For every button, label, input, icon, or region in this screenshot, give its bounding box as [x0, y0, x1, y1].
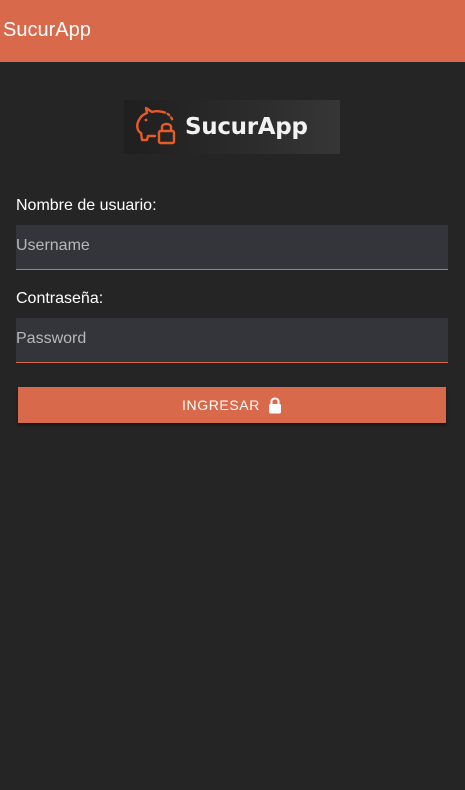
username-input[interactable]: [16, 225, 448, 270]
password-label: Contraseña:: [16, 290, 104, 307]
lock-icon: [268, 396, 282, 414]
password-input[interactable]: [16, 318, 448, 363]
login-button[interactable]: INGRESAR: [18, 387, 446, 423]
app-bar: SucurApp: [0, 0, 465, 62]
username-label: Nombre de usuario:: [16, 197, 157, 214]
app-title: SucurApp: [3, 18, 91, 41]
logo-text: SucurApp: [185, 114, 308, 140]
piggy-bank-lock-icon: [136, 107, 176, 145]
login-button-label: INGRESAR: [182, 397, 260, 413]
app-logo: SucurApp: [124, 100, 340, 154]
